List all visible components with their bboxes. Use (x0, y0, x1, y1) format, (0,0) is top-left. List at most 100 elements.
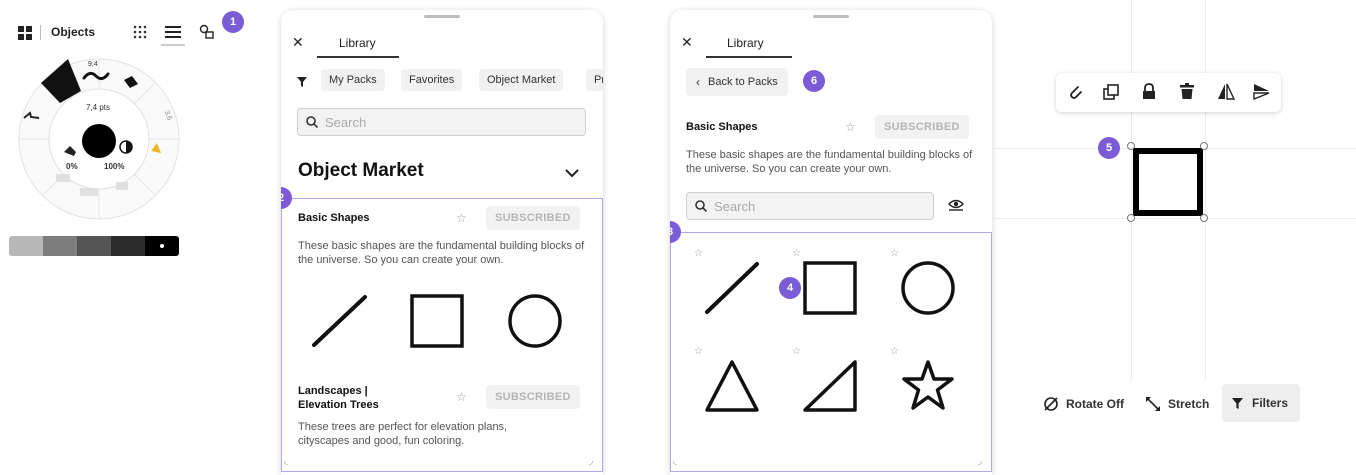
favorite-star-icon[interactable]: ☆ (845, 120, 856, 134)
palette-swatch-selected[interactable] (145, 236, 179, 256)
filter-icon (1232, 397, 1243, 409)
brush-wheel[interactable] (16, 56, 182, 222)
shape-star[interactable] (900, 358, 956, 414)
palette-swatch[interactable] (43, 236, 77, 256)
rotate-off-icon (1044, 397, 1058, 411)
favorite-star-icon[interactable]: ☆ (694, 346, 703, 357)
opacity-min: 0% (66, 162, 78, 171)
selection-handle[interactable] (1200, 142, 1208, 150)
lock-icon[interactable] (1142, 83, 1156, 100)
subscribed-button[interactable]: SUBSCRIBED (875, 115, 969, 139)
selection-handle[interactable] (1200, 214, 1208, 222)
shape-circle[interactable] (900, 260, 956, 316)
selected-square-object[interactable] (1131, 146, 1205, 218)
pack-title: Basic Shapes (686, 121, 758, 133)
pack-title-line-1[interactable]: Landscapes | (298, 385, 368, 398)
corner-handle-left: ◟ (673, 456, 677, 467)
selected-dot (160, 244, 164, 248)
palette-swatch[interactable] (77, 236, 111, 256)
chevron-left-icon: ‹ (696, 75, 700, 89)
search-input[interactable]: Search (297, 108, 586, 136)
palette-swatch[interactable] (111, 236, 145, 256)
close-icon[interactable]: ✕ (292, 34, 304, 51)
search-placeholder: Search (714, 198, 756, 214)
color-palette[interactable] (9, 236, 179, 256)
flip-vertical-icon[interactable] (1253, 83, 1270, 100)
shape-square[interactable] (802, 260, 858, 316)
visibility-toggle-icon[interactable] (948, 198, 964, 217)
library-panel-market: ✕ Library My Packs Favorites Object Mark… (281, 10, 603, 475)
shape-right-triangle[interactable] (802, 358, 858, 414)
chip-object-market[interactable]: Object Market (479, 69, 564, 91)
shape-preview-circle[interactable] (507, 293, 563, 349)
palette-swatch[interactable] (9, 236, 43, 256)
pack-description: These trees are perfect for elevation pl… (298, 421, 508, 447)
favorite-star-icon[interactable]: ☆ (890, 346, 899, 357)
tab-library[interactable]: Library (339, 36, 376, 50)
shape-line[interactable] (704, 260, 760, 316)
back-to-packs-button[interactable]: ‹ Back to Packs (686, 68, 788, 96)
filter-icon[interactable] (297, 74, 307, 92)
search-input[interactable]: Search (686, 192, 934, 220)
rotate-toggle-button[interactable]: Rotate Off (1043, 394, 1124, 414)
chip-truncated[interactable]: Pr (586, 69, 603, 91)
grid-line-vertical (1205, 0, 1206, 380)
selection-handle[interactable] (1127, 142, 1135, 150)
subscribed-button[interactable]: SUBSCRIBED (486, 206, 580, 230)
tab-library[interactable]: Library (727, 36, 764, 50)
favorite-star-icon[interactable]: ☆ (792, 346, 801, 357)
close-icon[interactable]: ✕ (681, 34, 693, 51)
rotate-label: Rotate Off (1066, 397, 1124, 411)
panel-grabber[interactable] (813, 15, 849, 18)
header-divider (40, 25, 41, 40)
search-icon (695, 200, 707, 212)
duplicate-icon[interactable] (1103, 84, 1119, 100)
section-title: Object Market (298, 160, 424, 181)
subscribed-button[interactable]: SUBSCRIBED (486, 385, 580, 409)
step-badge-1: 1 (222, 11, 244, 33)
shape-triangle[interactable] (704, 358, 760, 414)
pack-description: These basic shapes are the fundamental b… (298, 240, 585, 266)
list-view-underline (161, 44, 185, 46)
filters-label: Filters (1252, 396, 1289, 410)
search-placeholder: Search (325, 114, 367, 130)
pack-title-line-2[interactable]: Elevation Trees (298, 399, 379, 412)
list-view-icon[interactable] (165, 25, 181, 39)
flip-horizontal-icon[interactable] (1217, 83, 1235, 100)
object-toolbar (1056, 73, 1281, 112)
selection-handle[interactable] (1127, 214, 1135, 222)
shape-preview-square[interactable] (409, 293, 465, 349)
stretch-label: Stretch (1168, 397, 1210, 411)
opacity-max: 100% (104, 162, 125, 171)
favorite-star-icon[interactable]: ☆ (792, 248, 801, 259)
paperclip-icon[interactable] (1067, 84, 1083, 100)
favorite-star-icon[interactable]: ☆ (890, 248, 899, 259)
favorite-star-icon[interactable]: ☆ (456, 390, 467, 404)
corner-handle-left: ◟ (284, 456, 288, 467)
filters-button[interactable]: Filters (1222, 384, 1300, 422)
stretch-button[interactable]: Stretch (1145, 394, 1209, 414)
trash-icon[interactable] (1180, 83, 1194, 100)
chip-favorites[interactable]: Favorites (401, 69, 463, 91)
shapes-icon[interactable] (199, 24, 215, 40)
size-readout: 7,4 pts (86, 103, 111, 112)
chip-my-packs[interactable]: My Packs (321, 69, 385, 91)
pack-description: These basic shapes are the fundamental b… (686, 149, 973, 175)
step-badge-6: 6 (803, 70, 825, 92)
tab-library-underline (317, 56, 399, 58)
panel-grabber[interactable] (424, 15, 460, 18)
library-panel-pack: ✕ Library ‹ Back to Packs 6 Basic Shapes… (670, 10, 992, 475)
favorite-star-icon[interactable]: ☆ (456, 211, 467, 225)
chevron-down-icon[interactable] (565, 165, 579, 183)
grid-line-horizontal (993, 218, 1356, 219)
shape-preview-line[interactable] (311, 293, 369, 349)
corner-handle-right: ◞ (589, 456, 593, 467)
dot-grid-icon[interactable] (133, 25, 147, 39)
objects-grid-icon[interactable] (18, 26, 32, 40)
brush-size-alt: 9,4 (88, 61, 98, 68)
favorite-star-icon[interactable]: ☆ (694, 248, 703, 259)
objects-label: Objects (51, 25, 96, 39)
pack-title[interactable]: Basic Shapes (298, 212, 370, 225)
step-badge-4: 4 (779, 277, 801, 299)
tab-library-underline (706, 56, 792, 58)
